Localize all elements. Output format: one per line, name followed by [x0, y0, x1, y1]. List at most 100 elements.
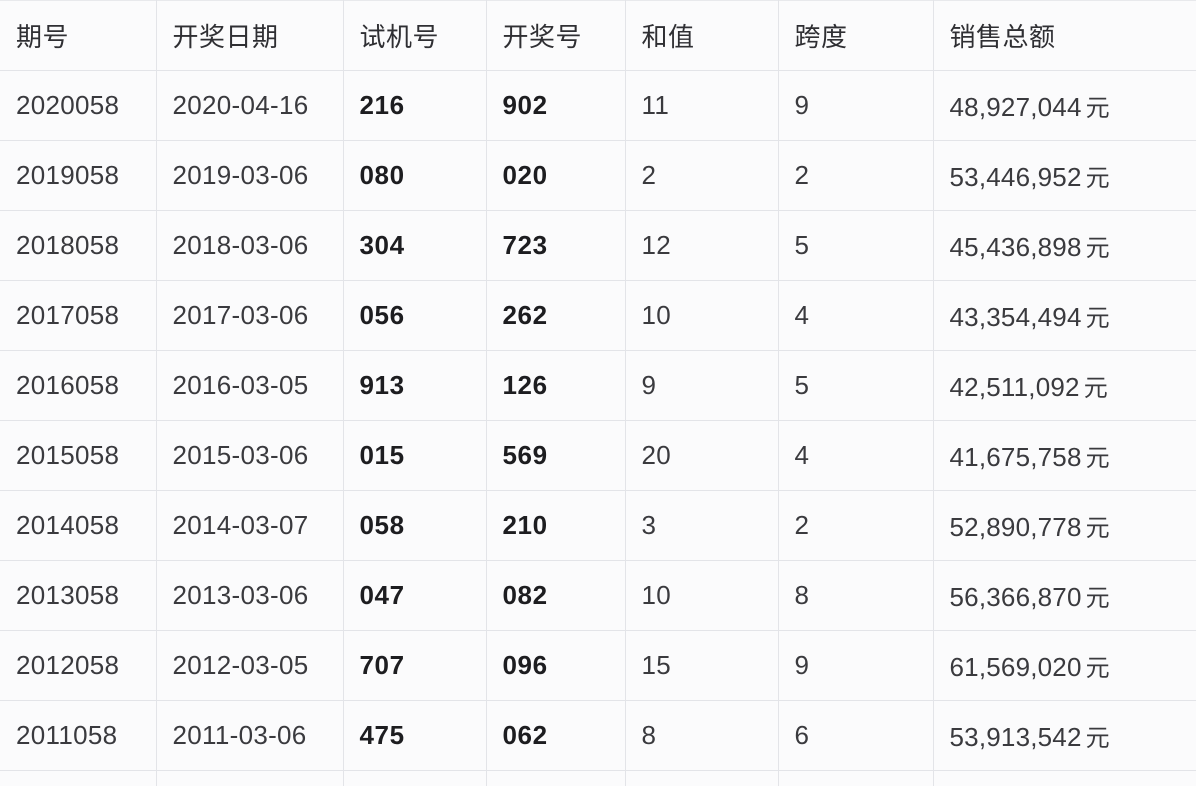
cell-sales: 45,436,898 元	[933, 210, 1196, 281]
cell-test: 707	[343, 630, 487, 701]
sales-amount: 56,366,870	[949, 582, 1082, 612]
cell-span: 9	[778, 70, 934, 141]
cell-test: 080	[343, 140, 487, 211]
currency-unit: 元	[1085, 235, 1110, 262]
cell-span: 5	[778, 210, 934, 281]
table-row[interactable]: 2017058 2017-03-06 056 262 10 4 43,354,494 元	[0, 280, 1196, 351]
cell-sales: 48,927,044 元	[933, 70, 1196, 141]
column-header-date[interactable]: 开奖日期	[156, 0, 344, 71]
cell-issue	[0, 770, 157, 786]
table-row[interactable]: 2016058 2016-03-05 913 126 9 5 42,511,092 元	[0, 350, 1196, 421]
cell-test: 913	[343, 350, 487, 421]
cell-date: 2013-03-06	[156, 560, 344, 631]
cell-sales: 52,890,778 元	[933, 490, 1196, 561]
cell-draw: 723	[486, 210, 626, 281]
table-row[interactable]: 2011058 2011-03-06 475 062 8 6 53,913,542 元	[0, 700, 1196, 771]
sales-amount: 48,927,044	[949, 92, 1082, 122]
sales-amount: 53,446,952	[949, 162, 1082, 192]
currency-unit: 元	[1085, 725, 1110, 752]
table-row[interactable]: 2019058 2019-03-06 080 020 2 2 53,446,952 元	[0, 140, 1196, 211]
cell-sum: 3	[625, 490, 779, 561]
cell-span: 5	[778, 350, 934, 421]
lottery-results-table: 期号 开奖日期 试机号 开奖号 和值 跨度 销售总额 2020058 2020-0…	[0, 0, 1196, 786]
column-header-span[interactable]: 跨度	[778, 0, 934, 71]
cell-test: 304	[343, 210, 487, 281]
cell-draw: 902	[486, 70, 626, 141]
table-body: 2020058 2020-04-16 216 902 11 9 48,927,044 元 201…	[0, 70, 1196, 786]
cell-test: 216	[343, 70, 487, 141]
cell-issue: 2014058	[0, 490, 157, 561]
cell-test: 058	[343, 490, 487, 561]
cell-draw: 126	[486, 350, 626, 421]
currency-unit: 元	[1085, 585, 1110, 612]
lottery-table-container: 期号 开奖日期 试机号 开奖号 和值 跨度 销售总额 2020058 2020-0…	[0, 0, 1196, 786]
column-header-test[interactable]: 试机号	[343, 0, 487, 71]
cell-sales	[933, 770, 1196, 786]
table-row[interactable]: 2012058 2012-03-05 707 096 15 9 61,569,020 元	[0, 630, 1196, 701]
cell-sales: 41,675,758 元	[933, 420, 1196, 491]
cell-draw: 210	[486, 490, 626, 561]
cell-date: 2017-03-06	[156, 280, 344, 351]
cell-sales: 56,366,870 元	[933, 560, 1196, 631]
currency-unit: 元	[1085, 445, 1110, 472]
cell-span: 4	[778, 280, 934, 351]
cell-issue: 2020058	[0, 70, 157, 141]
table-row[interactable]: 2013058 2013-03-06 047 082 10 8 56,366,870 元	[0, 560, 1196, 631]
cell-test: 015	[343, 420, 487, 491]
cell-sum: 10	[625, 560, 779, 631]
sales-amount: 43,354,494	[949, 302, 1082, 332]
cell-draw: 062	[486, 700, 626, 771]
table-row[interactable]: 2014058 2014-03-07 058 210 3 2 52,890,778 元	[0, 490, 1196, 561]
cell-date	[156, 770, 344, 786]
currency-unit: 元	[1085, 165, 1110, 192]
table-header-row: 期号 开奖日期 试机号 开奖号 和值 跨度 销售总额	[0, 0, 1196, 71]
cell-span: 8	[778, 560, 934, 631]
column-header-sales[interactable]: 销售总额	[933, 0, 1196, 71]
table-row[interactable]: 2018058 2018-03-06 304 723 12 5 45,436,898 元	[0, 210, 1196, 281]
cell-sum: 2	[625, 140, 779, 211]
currency-unit: 元	[1083, 375, 1108, 402]
currency-unit: 元	[1085, 655, 1110, 682]
cell-span: 9	[778, 630, 934, 701]
cell-test	[343, 770, 487, 786]
cell-sum: 10	[625, 280, 779, 351]
cell-date: 2016-03-05	[156, 350, 344, 421]
cell-issue: 2013058	[0, 560, 157, 631]
cell-date: 2012-03-05	[156, 630, 344, 701]
cell-date: 2014-03-07	[156, 490, 344, 561]
column-header-draw[interactable]: 开奖号	[486, 0, 626, 71]
currency-unit: 元	[1085, 305, 1110, 332]
cell-draw: 569	[486, 420, 626, 491]
cell-span	[778, 770, 934, 786]
column-header-sum[interactable]: 和值	[625, 0, 779, 71]
cell-issue: 2016058	[0, 350, 157, 421]
sales-amount: 45,436,898	[949, 232, 1082, 262]
cell-sum	[625, 770, 779, 786]
cell-draw	[486, 770, 626, 786]
cell-date: 2011-03-06	[156, 700, 344, 771]
cell-draw: 082	[486, 560, 626, 631]
cell-sales: 43,354,494 元	[933, 280, 1196, 351]
cell-sum: 8	[625, 700, 779, 771]
cell-draw: 262	[486, 280, 626, 351]
table-row-partial[interactable]	[0, 770, 1196, 786]
cell-test: 475	[343, 700, 487, 771]
sales-amount: 52,890,778	[949, 512, 1082, 542]
cell-sales: 53,446,952 元	[933, 140, 1196, 211]
cell-sum: 12	[625, 210, 779, 281]
cell-sales: 42,511,092 元	[933, 350, 1196, 421]
table-row[interactable]: 2020058 2020-04-16 216 902 11 9 48,927,044 元	[0, 70, 1196, 141]
currency-unit: 元	[1085, 515, 1110, 542]
table-header: 期号 开奖日期 试机号 开奖号 和值 跨度 销售总额	[0, 0, 1196, 71]
cell-issue: 2011058	[0, 700, 157, 771]
sales-amount: 61,569,020	[949, 652, 1082, 682]
cell-issue: 2015058	[0, 420, 157, 491]
cell-sum: 15	[625, 630, 779, 701]
cell-issue: 2012058	[0, 630, 157, 701]
sales-amount: 53,913,542	[949, 722, 1082, 752]
table-row[interactable]: 2015058 2015-03-06 015 569 20 4 41,675,758 元	[0, 420, 1196, 491]
cell-sum: 20	[625, 420, 779, 491]
cell-date: 2020-04-16	[156, 70, 344, 141]
currency-unit: 元	[1085, 95, 1110, 122]
column-header-issue[interactable]: 期号	[0, 0, 157, 71]
